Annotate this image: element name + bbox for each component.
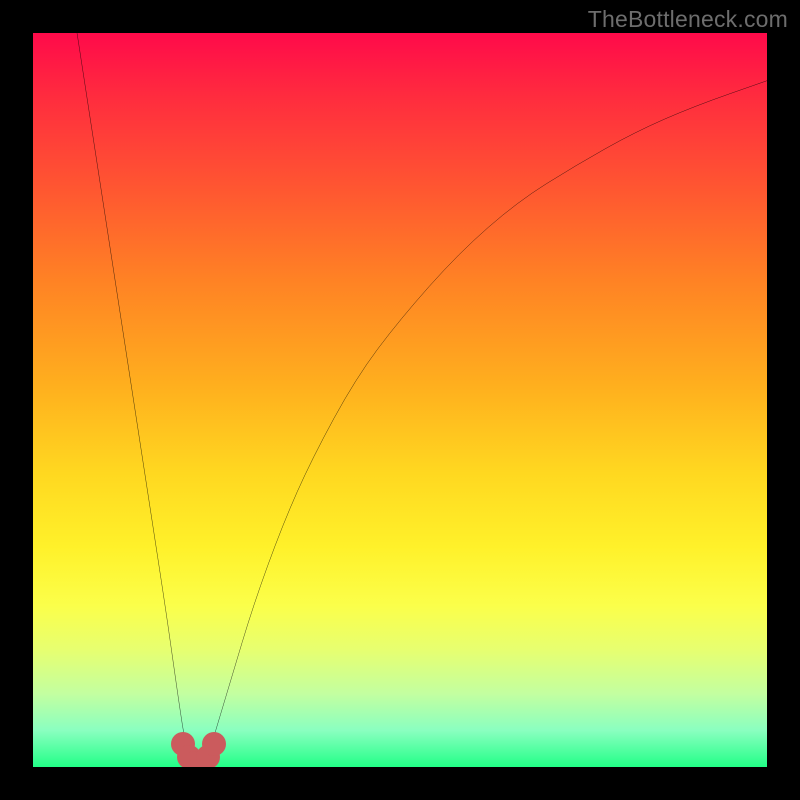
chart-frame: TheBottleneck.com bbox=[0, 0, 800, 800]
curve-svg bbox=[33, 33, 767, 767]
watermark-text: TheBottleneck.com bbox=[588, 6, 788, 33]
plot-area bbox=[33, 33, 767, 767]
marker-dot bbox=[202, 732, 226, 756]
bottleneck-curve bbox=[77, 33, 767, 764]
